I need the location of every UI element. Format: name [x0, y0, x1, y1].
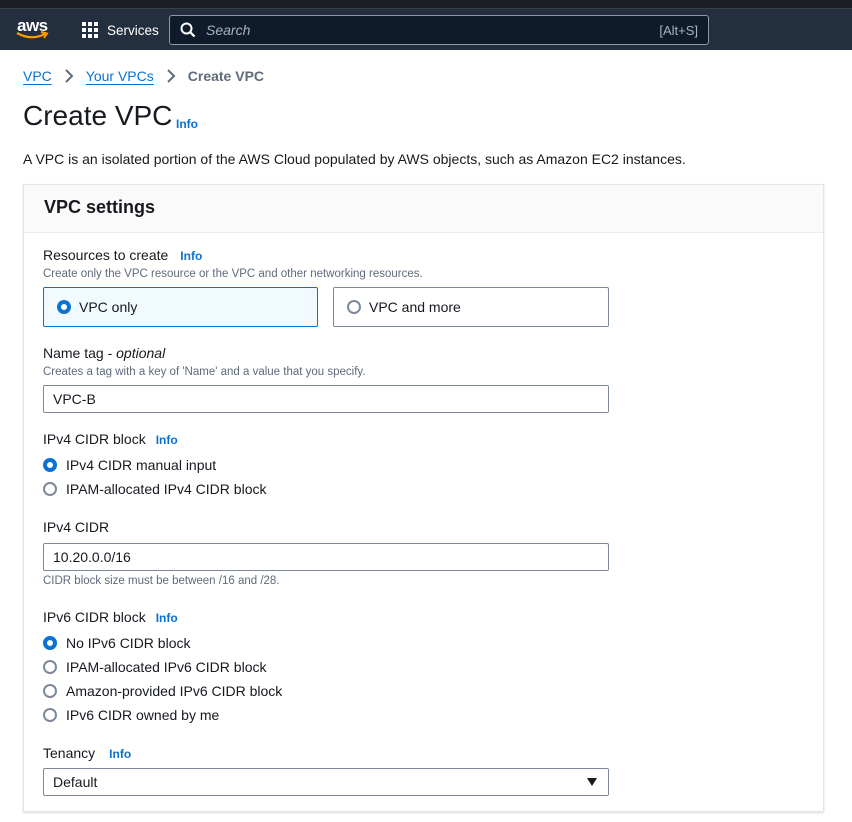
breadcrumb: VPC Your VPCs Create VPC: [23, 68, 264, 84]
ipv4-ipam-label: IPAM-allocated IPv4 CIDR block: [66, 481, 267, 497]
aws-logo[interactable]: aws: [16, 16, 50, 43]
panel-title: VPC settings: [44, 197, 156, 217]
ipv6-none-option[interactable]: No IPv6 CIDR block: [43, 635, 190, 651]
resources-hint: Create only the VPC resource or the VPC …: [43, 268, 423, 280]
page-title: Create VPC: [23, 100, 173, 131]
ipv6-block-label: IPv6 CIDR block: [43, 609, 146, 625]
ipv6-none-label: No IPv6 CIDR block: [66, 635, 191, 651]
browser-top-strip: [0, 0, 852, 9]
ipv6-ipam-radio[interactable]: [43, 660, 57, 674]
resources-label-row: Resources to create Info: [43, 247, 202, 263]
search-bar[interactable]: [Alt+S]: [169, 15, 709, 45]
ipv6-block-label-row: IPv6 CIDR block Info: [43, 609, 178, 625]
panel-header: VPC settings: [24, 185, 823, 233]
ipv4-manual-label: IPv4 CIDR manual input: [66, 457, 217, 473]
vpc-only-label: VPC only: [79, 299, 138, 315]
resources-label: Resources to create: [43, 247, 169, 263]
ipv6-amazon-radio[interactable]: [43, 684, 57, 698]
search-input[interactable]: [206, 22, 660, 38]
ipv6-ipam-option[interactable]: IPAM-allocated IPv6 CIDR block: [43, 659, 266, 675]
tenancy-label: Tenancy: [43, 745, 96, 761]
ipv4-cidr-hint: CIDR block size must be between /16 and …: [43, 575, 280, 587]
ipv4-manual-radio[interactable]: [43, 458, 57, 472]
vpc-and-more-tile[interactable]: VPC and more: [333, 287, 609, 327]
caret-down-icon: [587, 778, 597, 786]
ipv4-ipam-radio[interactable]: [43, 482, 57, 496]
ipv4-manual-option[interactable]: IPv4 CIDR manual input: [43, 457, 216, 473]
search-icon: [180, 22, 196, 38]
name-tag-hint: Creates a tag with a key of 'Name' and a…: [43, 366, 366, 378]
chevron-right-icon: [65, 69, 74, 83]
ipv4-block-label: IPv4 CIDR block: [43, 431, 146, 447]
vpc-only-radio[interactable]: [57, 300, 71, 314]
ipv6-owned-label: IPv6 CIDR owned by me: [66, 707, 220, 723]
name-tag-label: Name tag -: [43, 345, 117, 361]
grid-icon: [82, 21, 99, 39]
ipv6-amazon-label: Amazon-provided IPv6 CIDR block: [66, 683, 283, 699]
ipv4-block-info-link[interactable]: Info: [156, 433, 178, 447]
ipv6-owned-option[interactable]: IPv6 CIDR owned by me: [43, 707, 219, 723]
top-navigation-bar: aws Services [Alt+S]: [0, 9, 852, 50]
name-tag-input[interactable]: [43, 385, 609, 413]
ipv6-block-info-link[interactable]: Info: [156, 611, 178, 625]
ipv4-ipam-option[interactable]: IPAM-allocated IPv4 CIDR block: [43, 481, 266, 497]
breadcrumb-link-vpc[interactable]: VPC: [23, 68, 52, 84]
tenancy-label-row: Tenancy Info: [43, 745, 131, 761]
tenancy-select[interactable]: Default: [43, 768, 609, 796]
ipv6-none-radio[interactable]: [43, 636, 57, 650]
resources-info-link[interactable]: Info: [180, 249, 202, 263]
services-menu-button[interactable]: Services: [82, 20, 159, 40]
vpc-only-tile[interactable]: VPC only: [43, 287, 318, 327]
ipv4-cidr-label: IPv4 CIDR: [43, 519, 110, 535]
vpc-settings-panel: VPC settings Resources to create Info Cre…: [23, 184, 824, 812]
search-shortcut-hint: [Alt+S]: [659, 22, 698, 38]
vpc-and-more-radio[interactable]: [347, 300, 361, 314]
ipv4-cidr-input[interactable]: [43, 543, 609, 571]
ipv6-ipam-label: IPAM-allocated IPv6 CIDR block: [66, 659, 267, 675]
aws-smile-icon: [16, 31, 49, 39]
page-info-link[interactable]: Info: [176, 117, 198, 131]
tenancy-info-link[interactable]: Info: [109, 747, 131, 761]
vpc-and-more-label: VPC and more: [369, 299, 461, 315]
name-tag-label-row: Name tag - optional: [43, 345, 165, 361]
page-description: A VPC is an isolated portion of the AWS …: [23, 151, 686, 167]
ipv6-owned-radio[interactable]: [43, 708, 57, 722]
name-tag-optional: optional: [116, 345, 166, 361]
tenancy-value: Default: [53, 774, 98, 790]
ipv6-amazon-option[interactable]: Amazon-provided IPv6 CIDR block: [43, 683, 282, 699]
services-label: Services: [107, 22, 159, 38]
chevron-right-icon: [167, 69, 176, 83]
breadcrumb-link-your-vpcs[interactable]: Your VPCs: [86, 68, 154, 84]
breadcrumb-current: Create VPC: [187, 68, 265, 84]
ipv4-block-label-row: IPv4 CIDR block Info: [43, 431, 178, 447]
